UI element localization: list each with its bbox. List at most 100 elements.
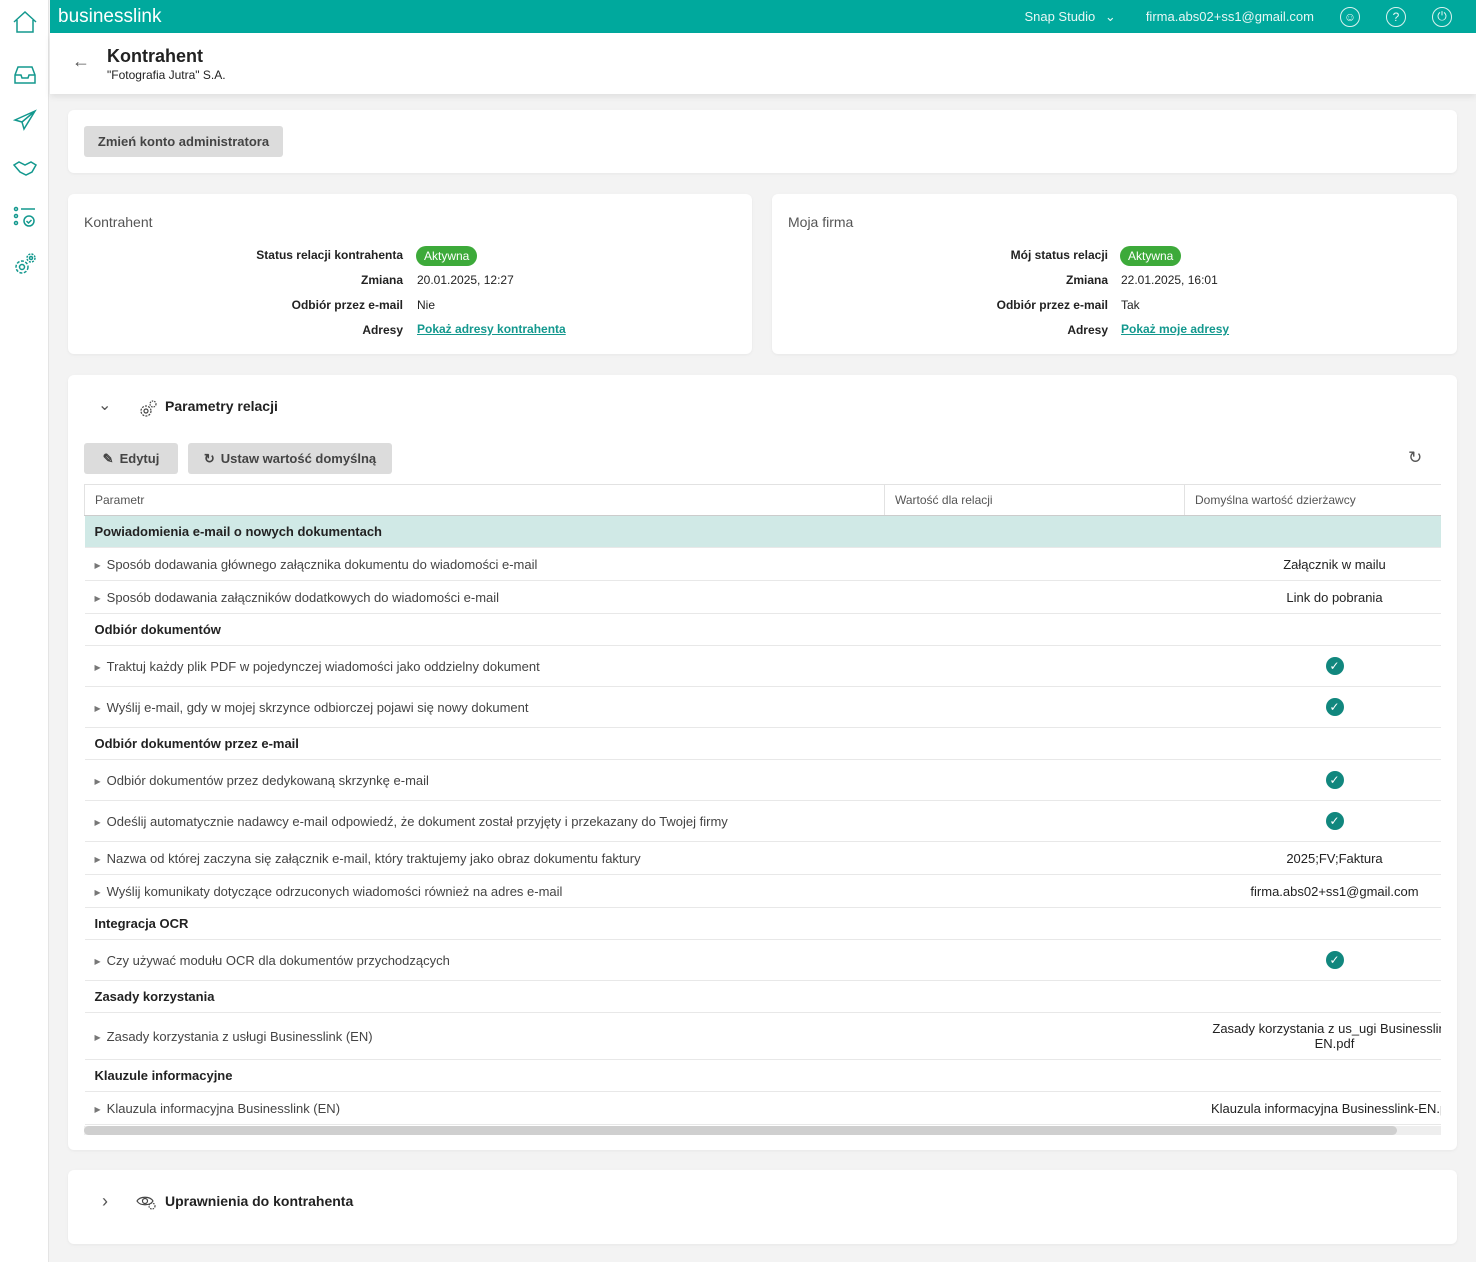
default-value: Załącznik w mailu [1283, 556, 1386, 572]
group-row: Integracja OCR [84, 907, 1441, 940]
relation-value [884, 686, 1185, 728]
relation-value [884, 800, 1185, 842]
param-name[interactable]: ▶ Sposób dodawania głównego załącznika do… [84, 547, 885, 581]
home-icon[interactable] [11, 8, 39, 36]
relation-value [884, 841, 1185, 875]
horizontal-scrollbar[interactable] [84, 1126, 1441, 1135]
check-circle-icon: ✓ [1325, 771, 1344, 789]
back-arrow-icon[interactable]: ← [72, 51, 90, 72]
table-row: ▶ Wyślij e-mail, gdy w mojej skrzynce odb… [84, 686, 1441, 728]
set-default-button[interactable]: ↻ Ustaw wartość domyślną [188, 443, 392, 474]
pencil-icon: ✎ [102, 450, 114, 466]
email-receipt-value: Nie [417, 298, 436, 312]
expand-triangle-icon: ▶ [94, 776, 101, 786]
param-name[interactable]: ▶ Wyślij e-mail, gdy w mojej skrzynce odb… [84, 686, 885, 728]
change-admin-button[interactable]: Zmień konto administratora [84, 126, 283, 157]
power-icon[interactable]: ⏻ [1432, 6, 1452, 27]
param-name[interactable]: ▶ Traktuj każdy plik PDF w pojedynczej wi… [84, 645, 885, 687]
table-row: ▶ Czy używać modułu OCR dla dokumentów pr… [84, 939, 1441, 981]
group-label: Odbiór dokumentów przez e-mail [84, 727, 1441, 760]
sidebar [0, 0, 49, 1262]
show-addresses-link[interactable]: Pokaż adresy kontrahenta [417, 322, 566, 336]
refresh-icon[interactable]: ↻ [1408, 448, 1422, 468]
default-value-cell: 2025;FV;Faktura [1184, 841, 1441, 875]
group-label: Zasady korzystania [84, 980, 1441, 1013]
relation-value [884, 1091, 1185, 1125]
relation-value [884, 645, 1185, 687]
brand-logo: businesslink [58, 5, 162, 27]
group-row: Odbiór dokumentów [84, 613, 1441, 646]
label: Odbiór przez e-mail [996, 298, 1108, 312]
relation-value [884, 580, 1185, 614]
label: Status relacji kontrahenta [256, 248, 403, 262]
email-receipt-value: Tak [1121, 298, 1140, 312]
group-row: Zasady korzystania [84, 980, 1441, 1013]
group-row: Odbiór dokumentów przez e-mail [84, 727, 1441, 760]
relation-value [884, 1012, 1185, 1060]
inbox-icon[interactable] [11, 61, 39, 89]
company-selector[interactable]: Snap Studio ⌄ [1024, 9, 1115, 25]
param-name[interactable]: ▶ Wyślij komunikaty dotyczące odrzuconych… [84, 874, 885, 908]
handshake-icon[interactable] [11, 154, 39, 182]
param-name[interactable]: ▶ Nazwa od której zaczyna się załącznik e… [84, 841, 885, 875]
table-row: ▶ Zasady korzystania z usługi Businesslin… [84, 1012, 1441, 1060]
moja-firma-card: Moja firma Mój status relacji Aktywna Zm… [772, 194, 1457, 354]
tasks-icon[interactable] [11, 203, 39, 231]
label: Adresy [362, 323, 403, 337]
column-header-wartosc[interactable]: Wartość dla relacji [884, 484, 1185, 516]
param-label: Wyślij e-mail, gdy w mojej skrzynce odbi… [106, 699, 529, 715]
group-label: Klauzule informacyjne [84, 1059, 1441, 1092]
param-name[interactable]: ▶ Sposób dodawania załączników dodatkowyc… [84, 580, 885, 614]
label: Adresy [1067, 323, 1108, 337]
set-default-label: Ustaw wartość domyślną [220, 451, 377, 466]
default-value-cell: Załącznik w mailu [1184, 547, 1441, 581]
param-name[interactable]: ▶ Klauzula informacyjna Businesslink (EN) [84, 1091, 885, 1125]
column-header-domyslna[interactable]: Domyślna wartość dzierżawcy [1184, 484, 1441, 516]
label: Zmiana [1065, 273, 1108, 287]
check-circle-icon: ✓ [1325, 812, 1344, 830]
status-badge: Aktywna [1120, 246, 1182, 266]
top-bar: businesslink Snap Studio ⌄ firma.abs02+s… [50, 0, 1476, 33]
edit-button[interactable]: ✎ Edytuj [84, 443, 178, 474]
param-label: Zasady korzystania z usługi Businesslink… [106, 1028, 373, 1044]
settings-icon[interactable] [11, 250, 39, 278]
default-value-cell: Link do pobrania [1184, 580, 1441, 614]
table-row: ▶ Odbiór dokumentów przez dedykowaną skrz… [84, 759, 1441, 801]
label: Mój status relacji [1010, 248, 1108, 262]
expand-triangle-icon: ▶ [94, 662, 101, 672]
admin-card: Zmień konto administratora [68, 110, 1457, 173]
help-icon[interactable]: ? [1386, 6, 1406, 27]
table-row: ▶ Wyślij komunikaty dotyczące odrzuconych… [84, 874, 1441, 908]
user-icon[interactable]: ☺ [1340, 6, 1360, 27]
permissions-card: › Uprawnienia do kontrahenta [68, 1170, 1457, 1244]
param-name[interactable]: ▶ Czy używać modułu OCR dla dokumentów pr… [84, 939, 885, 981]
param-name[interactable]: ▶ Odbiór dokumentów przez dedykowaną skrz… [84, 759, 885, 801]
collapse-chevron-icon[interactable]: ⌄ [98, 395, 111, 415]
table-row: ▶ Traktuj każdy plik PDF w pojedynczej wi… [84, 645, 1441, 687]
label: Odbiór przez e-mail [291, 298, 403, 312]
section-title: Uprawnienia do kontrahenta [165, 1193, 354, 1209]
expand-chevron-icon[interactable]: › [102, 1191, 108, 1212]
default-value-cell: ✓ [1184, 800, 1441, 842]
user-email: firma.abs02+ss1@gmail.com [1145, 9, 1314, 24]
param-label: Sposób dodawania załączników dodatkowych… [106, 589, 500, 605]
show-my-addresses-link[interactable]: Pokaż moje adresy [1121, 322, 1229, 336]
send-icon[interactable] [11, 106, 39, 134]
default-value-cell: ✓ [1184, 686, 1441, 728]
table-row: ▶ Sposób dodawania głównego załącznika do… [84, 547, 1441, 581]
column-header-parametr[interactable]: Parametr [84, 484, 885, 516]
page-subtitle: "Fotografia Jutra" S.A. [107, 68, 226, 82]
expand-triangle-icon: ▶ [94, 956, 101, 966]
param-label: Odbiór dokumentów przez dedykowaną skrzy… [106, 772, 429, 788]
param-name[interactable]: ▶ Zasady korzystania z usługi Businesslin… [84, 1012, 885, 1060]
expand-triangle-icon: ▶ [94, 817, 101, 827]
expand-triangle-icon: ▶ [94, 703, 101, 713]
default-value: Link do pobrania [1286, 589, 1383, 605]
param-name[interactable]: ▶ Odeślij automatycznie nadawcy e-mail od… [84, 800, 885, 842]
change-date: 20.01.2025, 12:27 [417, 273, 514, 287]
check-circle-icon: ✓ [1325, 951, 1344, 969]
page-header: ← Kontrahent "Fotografia Jutra" S.A. [50, 33, 1476, 94]
card-title: Moja firma [788, 214, 854, 230]
expand-triangle-icon: ▶ [94, 887, 101, 897]
param-label: Odeślij automatycznie nadawcy e-mail odp… [106, 813, 728, 829]
